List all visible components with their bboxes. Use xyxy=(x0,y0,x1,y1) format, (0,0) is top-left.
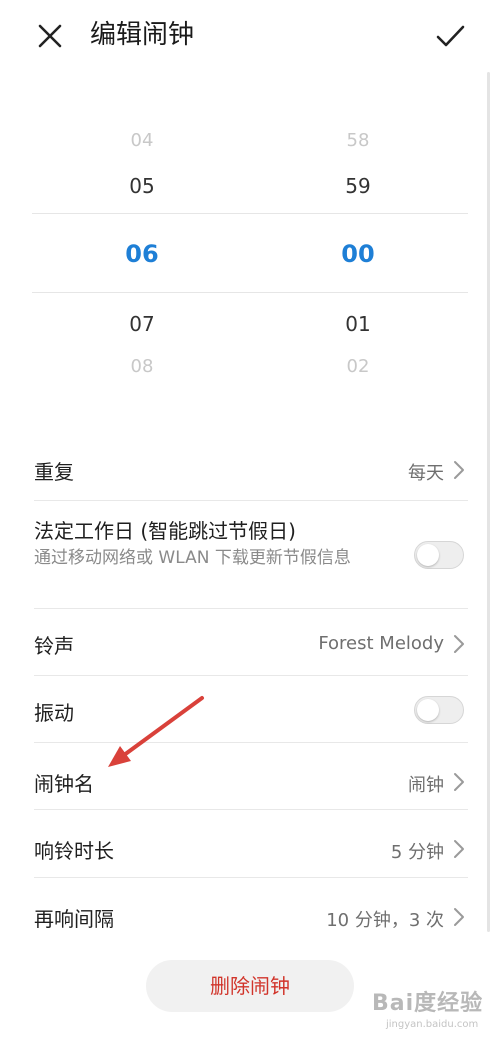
vibration-label: 振动 xyxy=(34,701,74,725)
workday-toggle[interactable] xyxy=(414,541,464,569)
app-header: 编辑闹钟 xyxy=(0,0,500,72)
ring-duration-row[interactable]: 响铃时长 5 分钟 xyxy=(0,810,500,876)
hour-option[interactable]: 08 xyxy=(82,356,202,377)
hour-option[interactable]: 07 xyxy=(82,312,202,336)
workday-description: 通过移动网络或 WLAN 下载更新节假信息 xyxy=(34,548,351,568)
minute-option[interactable]: 02 xyxy=(298,356,418,377)
check-icon xyxy=(436,25,465,47)
chevron-right-icon xyxy=(454,773,464,791)
snooze-row[interactable]: 再响间隔 10 分钟，3 次 xyxy=(0,878,500,944)
vibration-toggle[interactable] xyxy=(414,696,464,724)
picker-selection-line-top xyxy=(32,213,468,214)
vibration-row[interactable]: 振动 xyxy=(0,676,500,742)
minute-option[interactable]: 58 xyxy=(298,130,418,151)
minute-option[interactable]: 01 xyxy=(298,312,418,336)
confirm-button[interactable] xyxy=(430,16,470,56)
ring-duration-label: 响铃时长 xyxy=(34,839,114,863)
chevron-right-icon xyxy=(454,635,464,653)
snooze-value: 10 分钟，3 次 xyxy=(326,910,444,931)
close-button[interactable] xyxy=(30,16,70,56)
hour-option[interactable]: 05 xyxy=(82,174,202,198)
snooze-label: 再响间隔 xyxy=(34,907,114,931)
repeat-value: 每天 xyxy=(408,463,444,484)
ring-duration-value: 5 分钟 xyxy=(390,842,444,863)
watermark-sub: jingyan.baidu.com xyxy=(386,1019,479,1030)
chevron-right-icon xyxy=(454,461,464,479)
watermark-text: Bai度经验 xyxy=(372,991,484,1016)
chevron-right-icon xyxy=(454,908,464,926)
workday-label: 法定工作日 (智能跳过节假日) xyxy=(34,519,296,543)
hour-wheel[interactable]: 04 05 06 07 08 xyxy=(82,110,202,400)
alarm-name-value: 闹钟 xyxy=(408,775,444,796)
minute-wheel[interactable]: 58 59 00 01 02 xyxy=(298,110,418,400)
chevron-right-icon xyxy=(454,840,464,858)
repeat-row[interactable]: 重复 每天 xyxy=(0,438,500,500)
picker-selection-line-bottom xyxy=(32,292,468,293)
ringtone-label: 铃声 xyxy=(34,634,74,658)
page-title: 编辑闹钟 xyxy=(90,20,195,50)
ringtone-value: Forest Melody xyxy=(318,633,444,654)
alarm-name-label: 闹钟名 xyxy=(34,772,94,796)
ringtone-row[interactable]: 铃声 Forest Melody xyxy=(0,609,500,675)
toggle-knob xyxy=(417,544,439,566)
time-picker: 04 05 06 07 08 58 59 00 01 02 xyxy=(0,110,500,400)
delete-alarm-button[interactable]: 删除闹钟 xyxy=(146,960,354,1012)
repeat-label: 重复 xyxy=(34,460,74,484)
minute-option[interactable]: 59 xyxy=(298,174,418,198)
alarm-name-row[interactable]: 闹钟名 闹钟 xyxy=(0,743,500,809)
workday-row[interactable]: 法定工作日 (智能跳过节假日) 通过移动网络或 WLAN 下载更新节假信息 xyxy=(0,501,500,608)
baidu-watermark: Bai度经验 jingyan.baidu.com xyxy=(372,985,490,1037)
selected-minute[interactable]: 00 xyxy=(298,240,418,268)
selected-hour[interactable]: 06 xyxy=(82,240,202,268)
toggle-knob xyxy=(417,699,439,721)
hour-option[interactable]: 04 xyxy=(82,130,202,151)
close-icon xyxy=(38,24,62,48)
